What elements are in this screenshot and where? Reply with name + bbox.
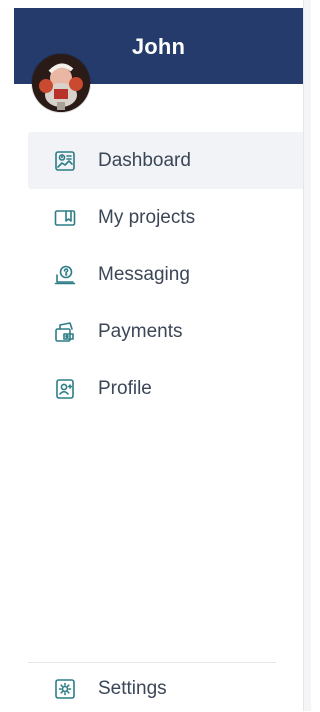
dashboard-icon (52, 148, 78, 174)
nav-item-dashboard[interactable]: Dashboard (28, 132, 303, 189)
nav-label: Payments (98, 320, 183, 342)
nav-item-profile[interactable]: Profile (28, 360, 303, 417)
settings-label: Settings (98, 678, 167, 699)
avatar[interactable] (32, 54, 90, 112)
nav-item-my-projects[interactable]: My projects (28, 189, 303, 246)
avatar-image (32, 54, 90, 112)
nav-item-settings[interactable]: Settings (28, 666, 276, 712)
nav-item-payments[interactable]: Payments (28, 303, 303, 360)
nav-item-messaging[interactable]: Messaging (28, 246, 303, 303)
settings-icon (52, 676, 78, 702)
nav-label: Messaging (98, 263, 190, 285)
projects-icon (52, 205, 78, 231)
footer-divider (28, 662, 276, 663)
payments-icon (52, 319, 78, 345)
messaging-icon (52, 262, 78, 288)
nav-label: Dashboard (98, 149, 191, 171)
sidebar: John Dashboard My projects Messaging Pay… (0, 0, 303, 711)
nav-label: My projects (98, 206, 196, 228)
nav-label: Profile (98, 377, 152, 399)
main-navigation: Dashboard My projects Messaging Payments… (28, 132, 303, 417)
profile-icon (52, 376, 78, 402)
content-edge (303, 0, 311, 711)
